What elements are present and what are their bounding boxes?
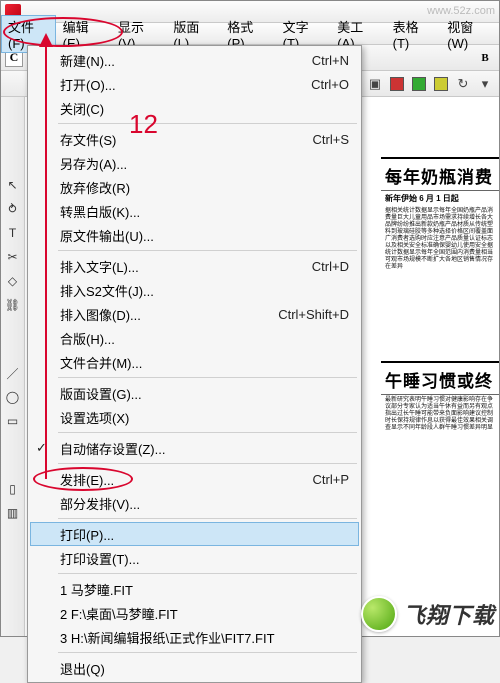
menu-discard[interactable]: 放弃修改(R) <box>30 175 359 199</box>
frame-tool-icon[interactable]: ▯ <box>3 479 23 499</box>
menu-options[interactable]: 设置选项(X) <box>30 405 359 429</box>
menu-publish[interactable]: 发排(E)... Ctrl+P <box>30 467 359 491</box>
menu-autosave[interactable]: ✓ 自动储存设置(Z)... <box>30 436 359 460</box>
menu-discard-label: 放弃修改(R) <box>60 178 130 197</box>
rect-tool-icon[interactable]: ▭ <box>3 411 23 431</box>
menu-print-label: 打印(P)... <box>60 525 114 544</box>
yellow-swatch[interactable] <box>431 74 451 94</box>
menu-publish-shortcut: Ctrl+P <box>313 472 349 487</box>
app-window: 文件(F) 编辑(E) 显示(V) 版面(L) 格式(P) 文字(T) 美工(A… <box>0 0 500 637</box>
shape-tool-icon[interactable]: ◇ <box>3 271 23 291</box>
menu-new-label: 新建(N)... <box>60 51 115 70</box>
menu-print-setup[interactable]: 打印设置(T)... <box>30 546 359 570</box>
link-tool-icon[interactable]: ⛓ <box>3 295 23 315</box>
menu-insert-image-label: 排入图像(D)... <box>60 305 141 324</box>
menu-recent-3-label: 3 H:\新闻编辑报纸\正式作业\FIT7.FIT <box>60 628 275 647</box>
headline-1: 每年奶瓶消费 <box>381 157 499 191</box>
menu-autosave-label: 自动储存设置(Z)... <box>60 439 165 458</box>
menu-saveas[interactable]: 另存为(A)... <box>30 151 359 175</box>
check-icon: ✓ <box>36 440 47 456</box>
menu-whiteboard[interactable]: 转黑白版(K)... <box>30 199 359 223</box>
green-swatch[interactable] <box>409 74 429 94</box>
menu-close[interactable]: 关闭(C) <box>30 96 359 120</box>
ellipse-tool-icon[interactable]: ◯ <box>3 387 23 407</box>
menu-insert-text-label: 排入文字(L)... <box>60 257 139 276</box>
footer-brand: 飞翔下载 <box>361 596 495 632</box>
menu-partial-publish-label: 部分发排(V)... <box>60 494 140 513</box>
menu-print-setup-label: 打印设置(T)... <box>60 549 139 568</box>
crop-tool-icon[interactable]: ✂ <box>3 247 23 267</box>
menu-combine-label: 合版(H)... <box>60 329 115 348</box>
menu-file-merge-label: 文件合并(M)... <box>60 353 142 372</box>
menu-saveas-label: 另存为(A)... <box>60 154 127 173</box>
menu-print[interactable]: 打印(P)... <box>30 522 359 546</box>
line-tool-icon[interactable]: ／ <box>3 363 23 383</box>
menu-partial-publish[interactable]: 部分发排(V)... <box>30 491 359 515</box>
menu-new-shortcut: Ctrl+N <box>312 53 349 68</box>
menu-table[interactable]: 表格(T) <box>386 15 441 53</box>
separator <box>58 652 357 653</box>
pointer-tool-icon[interactable]: ↖ <box>3 175 23 195</box>
left-toolbox: ↖ ⥁ T ✂ ◇ ⛓ ／ ◯ ▭ ▯ ▥ <box>1 97 25 636</box>
menu-insert-image-shortcut: Ctrl+Shift+D <box>278 307 349 322</box>
menu-page-setup[interactable]: 版面设置(G)... <box>30 381 359 405</box>
menu-whiteboard-label: 转黑白版(K)... <box>60 202 140 221</box>
menu-open[interactable]: 打开(O)... Ctrl+O <box>30 72 359 96</box>
menu-combine[interactable]: 合版(H)... <box>30 326 359 350</box>
menubar: 文件(F) 编辑(E) 显示(V) 版面(L) 格式(P) 文字(T) 美工(A… <box>1 23 499 45</box>
red-swatch[interactable] <box>387 74 407 94</box>
article-body-1: 据相关统计数据显示每年全国奶瓶产品消费量巨大儿童用品市场需求持续增长各大品牌纷纷… <box>381 206 499 361</box>
menu-recent-3[interactable]: 3 H:\新闻编辑报纸\正式作业\FIT7.FIT <box>30 625 359 649</box>
menu-options-label: 设置选项(X) <box>60 408 129 427</box>
menu-window[interactable]: 视窗(W) <box>440 15 499 53</box>
document-preview: 每年奶瓶消费 新年伊始 6 月 1 日起 据相关统计数据显示每年全国奶瓶产品消费… <box>381 97 499 636</box>
dropdown-icon[interactable]: ▾ <box>475 74 495 94</box>
menu-save[interactable]: 存文件(S) Ctrl+S <box>30 127 359 151</box>
separator <box>58 250 357 251</box>
watermark-text: www.52z.com <box>427 5 495 17</box>
refresh-icon[interactable]: ↻ <box>453 74 473 94</box>
separator <box>58 518 357 519</box>
menu-file-merge[interactable]: 文件合并(M)... <box>30 350 359 374</box>
article-body-2: 最新研究表明午睡习惯对健康影响存在争议部分专家认为适当午休有益而另有观点指出过长… <box>381 395 499 485</box>
menu-recent-2[interactable]: 2 F:\桌面\马梦瞳.FIT <box>30 601 359 625</box>
menu-publish-label: 发排(E)... <box>60 470 114 489</box>
menu-save-label: 存文件(S) <box>60 130 116 149</box>
separator <box>58 463 357 464</box>
headline-2: 午睡习惯或终 <box>381 361 499 395</box>
file-menu-dropdown: 新建(N)... Ctrl+N 打开(O)... Ctrl+O 关闭(C) 存文… <box>27 45 362 683</box>
separator <box>58 123 357 124</box>
brand-name: 飞翔下载 <box>403 598 495 630</box>
menu-recent-1[interactable]: 1 马梦瞳.FIT <box>30 577 359 601</box>
menu-insert-text-shortcut: Ctrl+D <box>312 259 349 274</box>
menu-recent-2-label: 2 F:\桌面\马梦瞳.FIT <box>60 604 178 623</box>
menu-insert-image[interactable]: 排入图像(D)... Ctrl+Shift+D <box>30 302 359 326</box>
subhead-1: 新年伊始 6 月 1 日起 <box>381 191 499 206</box>
rotate-tool-icon[interactable]: ⥁ <box>3 199 23 219</box>
menu-recent-1-label: 1 马梦瞳.FIT <box>60 580 133 599</box>
menu-exit[interactable]: 退出(Q) <box>30 656 359 680</box>
menu-close-label: 关闭(C) <box>60 99 104 118</box>
separator <box>58 432 357 433</box>
menu-save-shortcut: Ctrl+S <box>313 132 349 147</box>
text-tool-icon[interactable]: T <box>3 223 23 243</box>
menu-origexport-label: 原文件输出(U)... <box>60 226 154 245</box>
menu-page-setup-label: 版面设置(G)... <box>60 384 142 403</box>
menu-exit-label: 退出(Q) <box>60 659 105 678</box>
menu-open-label: 打开(O)... <box>60 75 116 94</box>
menu-insert-s2-label: 排入S2文件(J)... <box>60 281 154 300</box>
menu-insert-text[interactable]: 排入文字(L)... Ctrl+D <box>30 254 359 278</box>
separator <box>58 573 357 574</box>
columns-tool-icon[interactable]: ▥ <box>3 503 23 523</box>
brand-logo-icon <box>361 596 397 632</box>
layout-icon[interactable]: ▣ <box>365 74 385 94</box>
menu-insert-s2[interactable]: 排入S2文件(J)... <box>30 278 359 302</box>
menu-origexport[interactable]: 原文件输出(U)... <box>30 223 359 247</box>
menu-new[interactable]: 新建(N)... Ctrl+N <box>30 48 359 72</box>
menu-open-shortcut: Ctrl+O <box>311 77 349 92</box>
separator <box>58 377 357 378</box>
